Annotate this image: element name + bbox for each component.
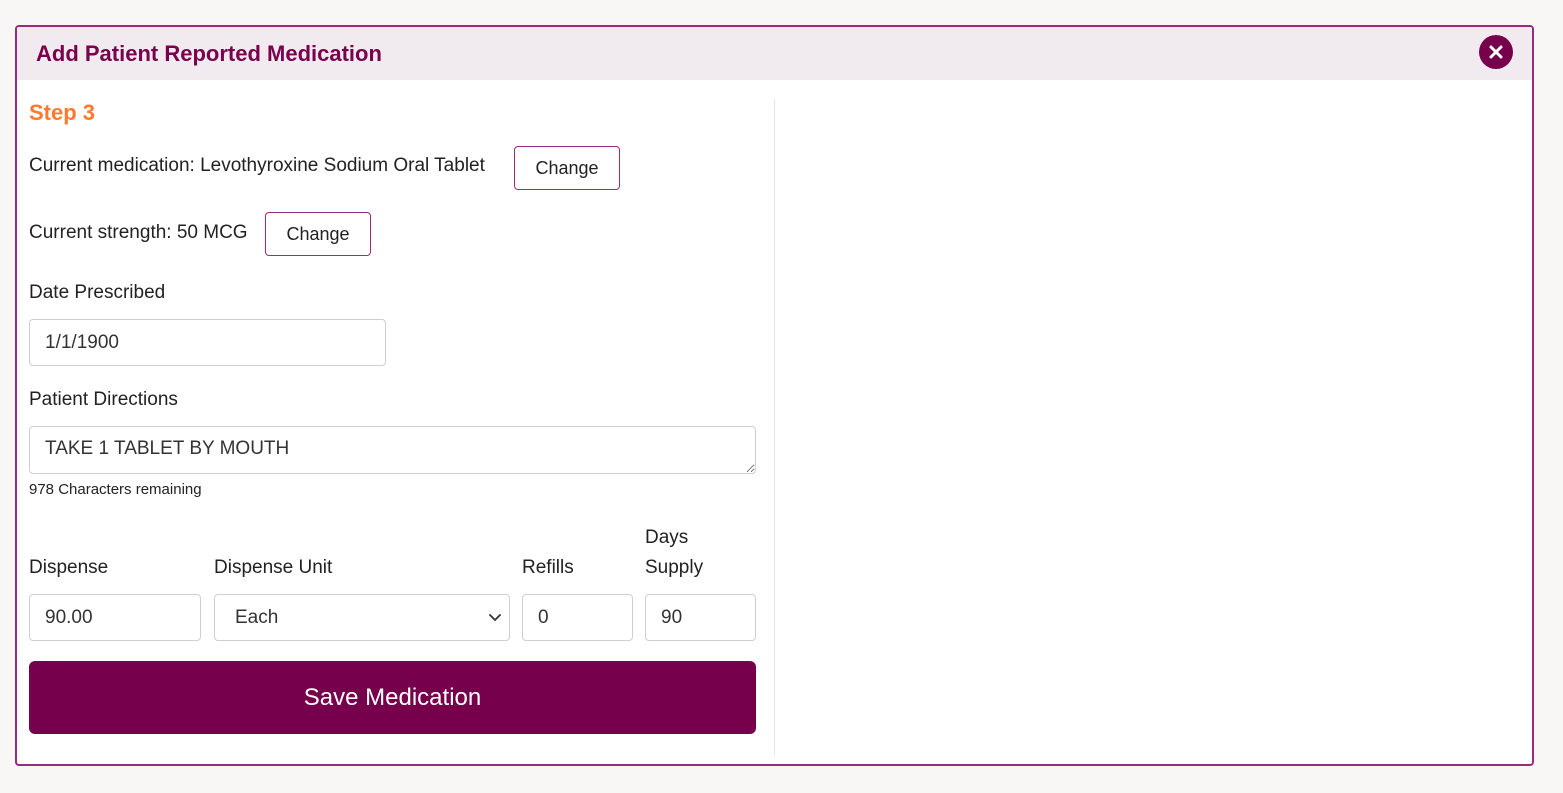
close-icon	[1489, 45, 1503, 59]
date-prescribed-input[interactable]	[29, 319, 386, 366]
patient-directions-label: Patient Directions	[29, 389, 178, 410]
characters-remaining: 978 Characters remaining	[29, 481, 202, 498]
save-medication-button[interactable]: Save Medication	[29, 661, 756, 734]
refills-input[interactable]	[522, 594, 633, 641]
dispense-unit-label: Dispense Unit	[214, 557, 333, 578]
days-supply-label-line2: Supply	[645, 557, 704, 578]
date-prescribed-label: Date Prescribed	[29, 282, 166, 303]
dispense-unit-value: Each	[235, 606, 279, 628]
add-medication-dialog: Add Patient Reported Medication Step 3 C…	[15, 25, 1534, 766]
change-medication-button[interactable]: Change	[514, 146, 620, 190]
days-supply-input[interactable]	[645, 594, 756, 641]
step-label: Step 3	[29, 100, 96, 125]
current-medication-label: Current medication: Levothyroxine Sodium…	[29, 155, 485, 176]
dialog-header: Add Patient Reported Medication	[17, 27, 1532, 80]
dispense-unit-select[interactable]: Each	[214, 594, 510, 641]
patient-directions-textarea[interactable]: TAKE 1 TABLET BY MOUTH	[29, 426, 756, 474]
change-strength-button[interactable]: Change	[265, 212, 371, 256]
column-divider	[774, 99, 775, 755]
dispense-input[interactable]	[29, 594, 201, 641]
close-button[interactable]	[1479, 35, 1513, 69]
dispense-label: Dispense	[29, 557, 109, 578]
refills-label: Refills	[522, 557, 574, 578]
medication-form: Step 3 Current medication: Levothyroxine…	[29, 97, 756, 757]
days-supply-label-line1: Days	[645, 527, 689, 548]
dialog-title: Add Patient Reported Medication	[36, 41, 382, 66]
chevron-down-icon	[489, 613, 501, 621]
current-strength-label: Current strength: 50 MCG	[29, 222, 248, 243]
